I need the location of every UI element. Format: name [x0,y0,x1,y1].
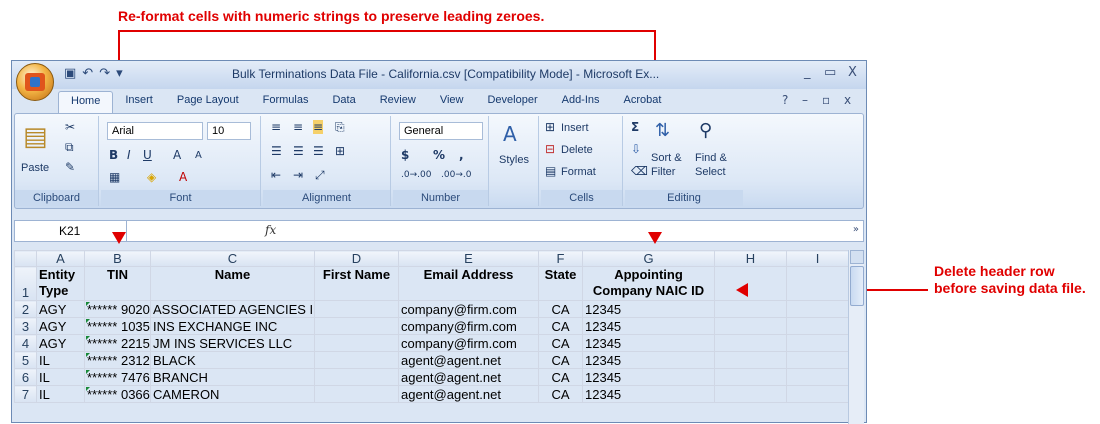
annotation-arrowheads [112,232,748,297]
